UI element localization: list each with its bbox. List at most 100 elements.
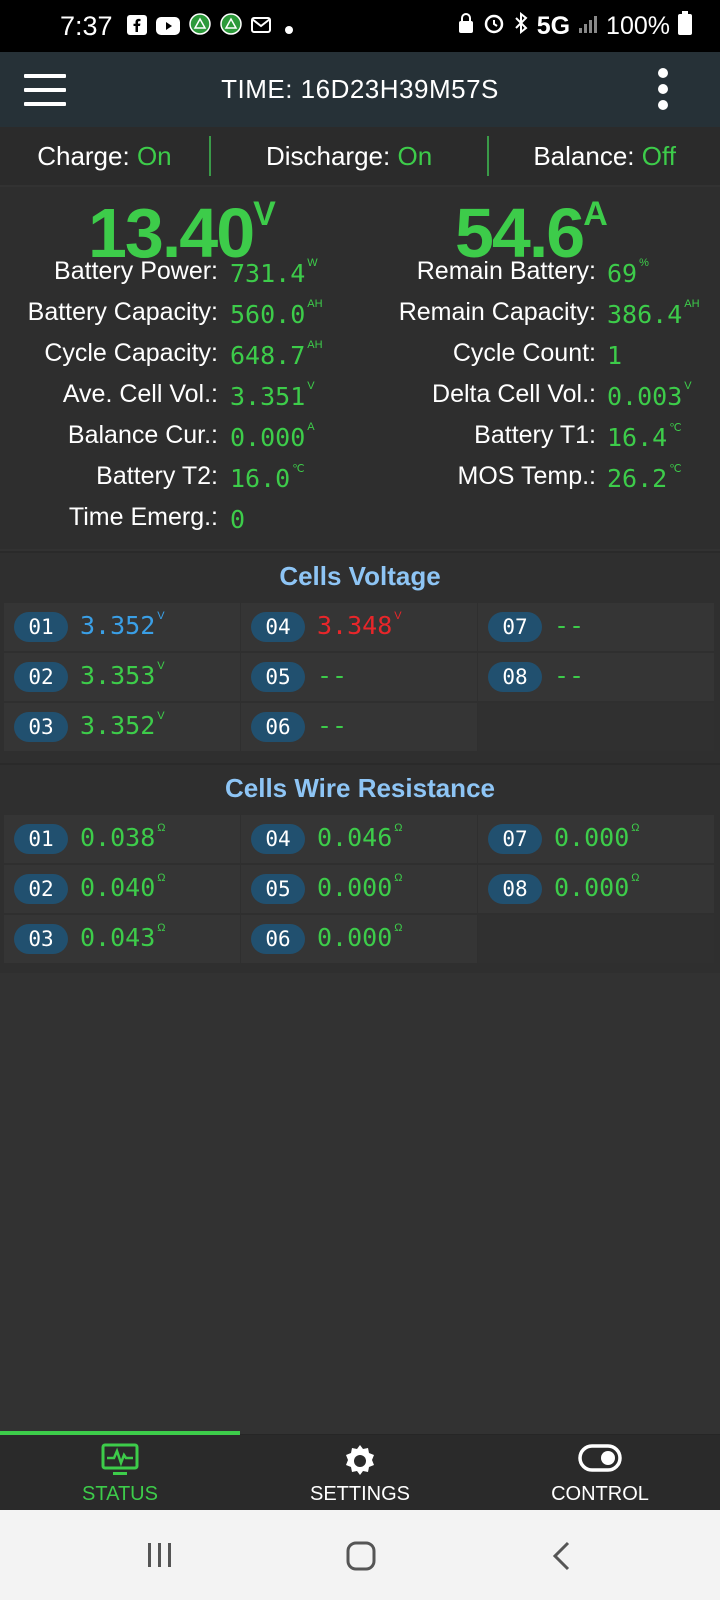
- status-bar: 7:37 5G 100%: [0, 0, 720, 52]
- stat-value: 731.4 W: [230, 257, 318, 288]
- cell-value: 0.000 Ω: [554, 822, 640, 852]
- bluetooth-icon: [513, 11, 529, 41]
- stat-value: 560.0 AH: [230, 298, 323, 329]
- signal-icon: [578, 12, 598, 41]
- empty-cell-slot: [478, 915, 714, 963]
- cell-value: 3.352 V: [80, 610, 165, 640]
- nav-status[interactable]: STATUS: [0, 1431, 240, 1511]
- toggle-icon: [578, 1443, 622, 1478]
- cell-number-badge: 05: [251, 662, 305, 692]
- battery-stats: 13.40V 54.6A Battery Power: 731.4 W Battery…: [0, 187, 720, 549]
- cell-number-badge: 08: [488, 662, 542, 692]
- cell-item: 04 0.046 Ω: [241, 815, 477, 863]
- app-notification-icon: [188, 11, 211, 42]
- cells-voltage-section: Cells Voltage 01 3.352 V 02 3.353 V 03 3.352 V 04…: [0, 551, 720, 763]
- cell-number-badge: 06: [251, 712, 305, 742]
- message-icon: [250, 11, 275, 42]
- back-icon[interactable]: [550, 1540, 574, 1577]
- runtime-title: TIME: 16D23H39M57S: [221, 74, 499, 104]
- cell-number-badge: 03: [14, 712, 68, 742]
- cell-number-badge: 04: [251, 824, 305, 854]
- balance-status: Balance: Off: [489, 141, 720, 172]
- cell-item: 04 3.348 V: [241, 603, 477, 651]
- lock-icon: [457, 12, 475, 41]
- stat-value: 16.0 ℃: [230, 463, 305, 493]
- stat-label: Cycle Capacity:: [44, 339, 218, 367]
- recent-apps-icon[interactable]: [145, 1540, 175, 1575]
- cell-item: 01 3.352 V: [4, 603, 240, 651]
- cell-number-badge: 07: [488, 824, 542, 854]
- youtube-icon: [155, 11, 180, 42]
- cell-number-badge: 05: [251, 874, 305, 904]
- status-time: 7:37: [60, 10, 113, 41]
- app-notification-icon-2: [219, 11, 242, 42]
- discharge-label: Discharge:: [265, 140, 391, 171]
- cell-value: 0.046 Ω: [317, 822, 403, 852]
- nav-settings[interactable]: SETTINGS: [240, 1435, 480, 1511]
- cell-number-badge: 03: [14, 924, 68, 954]
- cell-value: --: [554, 661, 585, 690]
- cell-item: 03 0.043 Ω: [4, 915, 240, 963]
- stat-label: Battery Power:: [54, 257, 218, 285]
- cell-value: 0.000 Ω: [317, 922, 403, 952]
- stat-label: Delta Cell Vol.:: [432, 380, 596, 408]
- cell-number-badge: 01: [14, 612, 68, 642]
- cell-item: 08 0.000 Ω: [478, 865, 714, 913]
- stat-label: Remain Capacity:: [398, 298, 596, 326]
- cell-value: 0.043 Ω: [80, 922, 166, 952]
- stat-value: 0: [230, 505, 246, 534]
- stat-value: 1: [607, 341, 623, 370]
- home-icon[interactable]: [345, 1540, 377, 1577]
- stat-value: 648.7 AH: [230, 339, 323, 370]
- menu-icon[interactable]: [24, 74, 66, 106]
- empty-cell-slot: [478, 703, 714, 751]
- cell-item: 08 --: [478, 653, 714, 701]
- stat-label: Battery T1:: [474, 421, 596, 449]
- discharge-value: On: [397, 140, 433, 171]
- alarm-icon: [483, 12, 505, 41]
- cell-number-badge: 02: [14, 662, 68, 692]
- battery-icon: [678, 10, 692, 42]
- more-options-icon[interactable]: [658, 68, 670, 112]
- nav-status-label: STATUS: [82, 1483, 158, 1505]
- cells-voltage-title: Cells Voltage: [279, 561, 441, 591]
- nav-control[interactable]: CONTROL: [480, 1435, 720, 1511]
- cell-value: 3.352 V: [80, 710, 165, 740]
- stat-label: Cycle Count:: [452, 339, 596, 367]
- cell-number-badge: 06: [251, 924, 305, 954]
- charge-label: Charge:: [37, 140, 130, 171]
- cell-item: 06 0.000 Ω: [241, 915, 477, 963]
- stat-value: 3.351 V: [230, 380, 315, 411]
- cell-item: 02 0.040 Ω: [4, 865, 240, 913]
- stat-value: 0.003 V: [607, 380, 692, 411]
- cell-item: 05 0.000 Ω: [241, 865, 477, 913]
- stat-label: Ave. Cell Vol.:: [62, 380, 218, 408]
- cell-number-badge: 01: [14, 824, 68, 854]
- cell-value: 0.040 Ω: [80, 872, 166, 902]
- stat-value: 69%: [607, 257, 649, 288]
- stat-value: 16.4 ℃: [607, 422, 682, 452]
- cell-value: 3.348 V: [317, 610, 402, 640]
- stat-label: Balance Cur.:: [67, 421, 218, 449]
- cell-item: 03 3.352 V: [4, 703, 240, 751]
- discharge-status: Discharge: On: [211, 141, 487, 172]
- bottom-navigation: STATUS SETTINGS CONTROL: [0, 1431, 720, 1511]
- battery-percent: 100%: [606, 11, 670, 40]
- balance-value: Off: [641, 140, 676, 171]
- gear-icon: [342, 1443, 378, 1484]
- cell-value: 0.038 Ω: [80, 822, 166, 852]
- active-tab-indicator: [0, 1431, 240, 1435]
- monitor-pulse-icon: [101, 1443, 139, 1482]
- cell-number-badge: 02: [14, 874, 68, 904]
- cell-value: 0.000 Ω: [317, 872, 403, 902]
- facebook-icon: [126, 11, 147, 42]
- network-type: 5G: [536, 11, 571, 40]
- app-bar: TIME: 16D23H39M57S: [0, 52, 720, 127]
- cells-resistance-section: Cells Wire Resistance 01 0.038 Ω 02 0.040 Ω 03…: [0, 763, 720, 973]
- cell-item: 02 3.353 V: [4, 653, 240, 701]
- cell-value: --: [554, 611, 585, 640]
- stat-label: MOS Temp.:: [457, 462, 596, 490]
- charge-status: Charge: On: [0, 141, 209, 172]
- switch-status-row: Charge: On Discharge: On Balance: Off: [0, 127, 720, 185]
- cell-item: 01 0.038 Ω: [4, 815, 240, 863]
